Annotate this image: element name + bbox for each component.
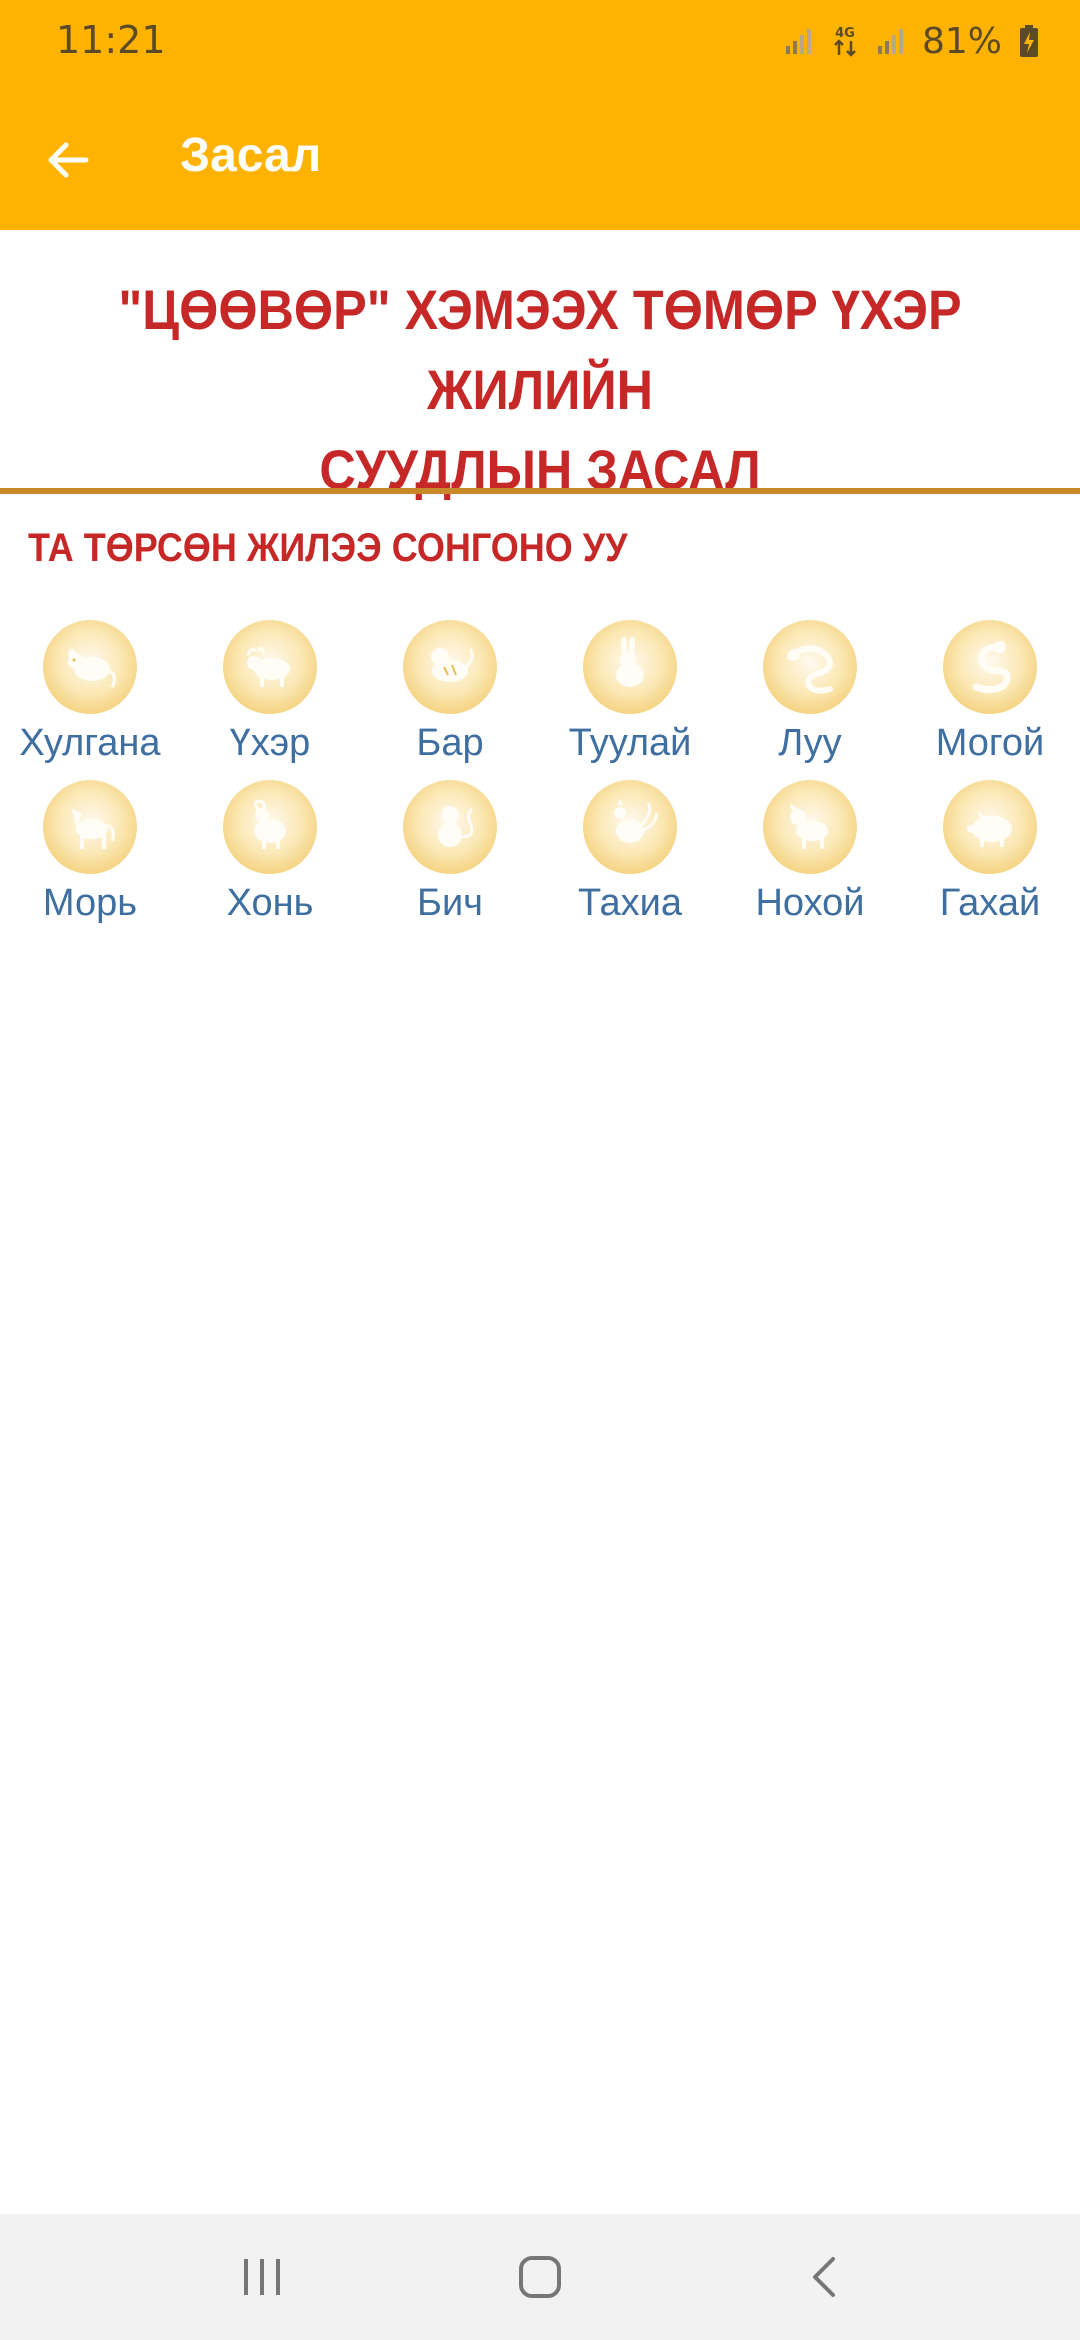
zodiac-label: Тахиа <box>578 882 682 924</box>
zodiac-item-rat[interactable]: Хулгана <box>0 620 180 780</box>
battery-charging-icon <box>1018 24 1040 58</box>
battery-percentage: 81% <box>921 20 1002 62</box>
zodiac-item-dog[interactable]: Нохой <box>720 780 900 940</box>
zodiac-label: Хонь <box>226 882 314 924</box>
rabbit-icon <box>583 620 677 714</box>
back-nav-button[interactable] <box>785 2242 865 2312</box>
rat-icon <box>43 620 137 714</box>
zodiac-item-rabbit[interactable]: Туулай <box>540 620 720 780</box>
system-nav-bar <box>0 2214 1080 2340</box>
status-bar: 11:21 4G 81% <box>0 0 1080 84</box>
select-year-prompt: ТА ТӨРСӨН ЖИЛЭЭ СОНГОНО УУ <box>28 526 628 570</box>
home-icon <box>519 2256 561 2298</box>
zodiac-row-1: Хулгана Үхэр Бар Туулай Луу Могой <box>0 620 1080 780</box>
zodiac-label: Морь <box>42 882 138 924</box>
zodiac-label: Бар <box>416 722 484 764</box>
network-4g-icon: 4G <box>830 23 860 59</box>
page-title: "ЦӨӨВӨР" ХЭМЭЭХ ТӨМӨР ҮХЭР ЖИЛИЙН СУУДЛЫ… <box>72 270 1008 510</box>
zodiac-label: Нохой <box>755 882 865 924</box>
zodiac-row-2: Морь Хонь Бич Тахиа Нохой Гахай <box>0 780 1080 940</box>
zodiac-item-pig[interactable]: Гахай <box>900 780 1080 940</box>
zodiac-item-tiger[interactable]: Бар <box>360 620 540 780</box>
dog-icon <box>763 780 857 874</box>
tiger-icon <box>403 620 497 714</box>
zodiac-label: Хулгана <box>19 722 161 764</box>
zodiac-item-snake[interactable]: Могой <box>900 620 1080 780</box>
sheep-icon <box>223 780 317 874</box>
signal-icon-2 <box>876 26 906 56</box>
zodiac-item-ox[interactable]: Үхэр <box>180 620 360 780</box>
zodiac-label: Могой <box>935 722 1045 764</box>
zodiac-label: Туулай <box>568 722 692 764</box>
divider <box>0 488 1080 494</box>
pig-icon <box>943 780 1037 874</box>
zodiac-label: Үхэр <box>229 722 311 764</box>
horse-icon <box>43 780 137 874</box>
arrow-left-icon <box>48 142 89 178</box>
recents-icon <box>244 2259 280 2295</box>
dragon-icon <box>763 620 857 714</box>
app-bar: Засал <box>0 84 1080 230</box>
zodiac-item-rooster[interactable]: Тахиа <box>540 780 720 940</box>
status-icons: 4G 81% <box>784 16 1040 66</box>
snake-icon <box>943 620 1037 714</box>
recents-button[interactable] <box>222 2242 302 2312</box>
status-time: 11:21 <box>56 18 166 62</box>
back-chevron-icon <box>813 2257 835 2297</box>
signal-icon <box>784 26 814 56</box>
rooster-icon <box>583 780 677 874</box>
monkey-icon <box>403 780 497 874</box>
zodiac-item-dragon[interactable]: Луу <box>720 620 900 780</box>
zodiac-item-monkey[interactable]: Бич <box>360 780 540 940</box>
app-title: Засал <box>180 129 322 182</box>
home-button[interactable] <box>500 2242 580 2312</box>
page-title-line2: СУУДЛЫН ЗАСАЛ <box>319 438 761 501</box>
zodiac-item-sheep[interactable]: Хонь <box>180 780 360 940</box>
zodiac-label: Бич <box>417 882 483 924</box>
zodiac-label: Луу <box>778 722 842 764</box>
zodiac-label: Гахай <box>939 882 1041 924</box>
back-button[interactable] <box>32 124 104 196</box>
network-label: 4G <box>835 26 855 41</box>
ox-icon <box>223 620 317 714</box>
page-title-line1: "ЦӨӨВӨР" ХЭМЭЭХ ТӨМӨР ҮХЭР ЖИЛИЙН <box>118 278 962 421</box>
zodiac-item-horse[interactable]: Морь <box>0 780 180 940</box>
